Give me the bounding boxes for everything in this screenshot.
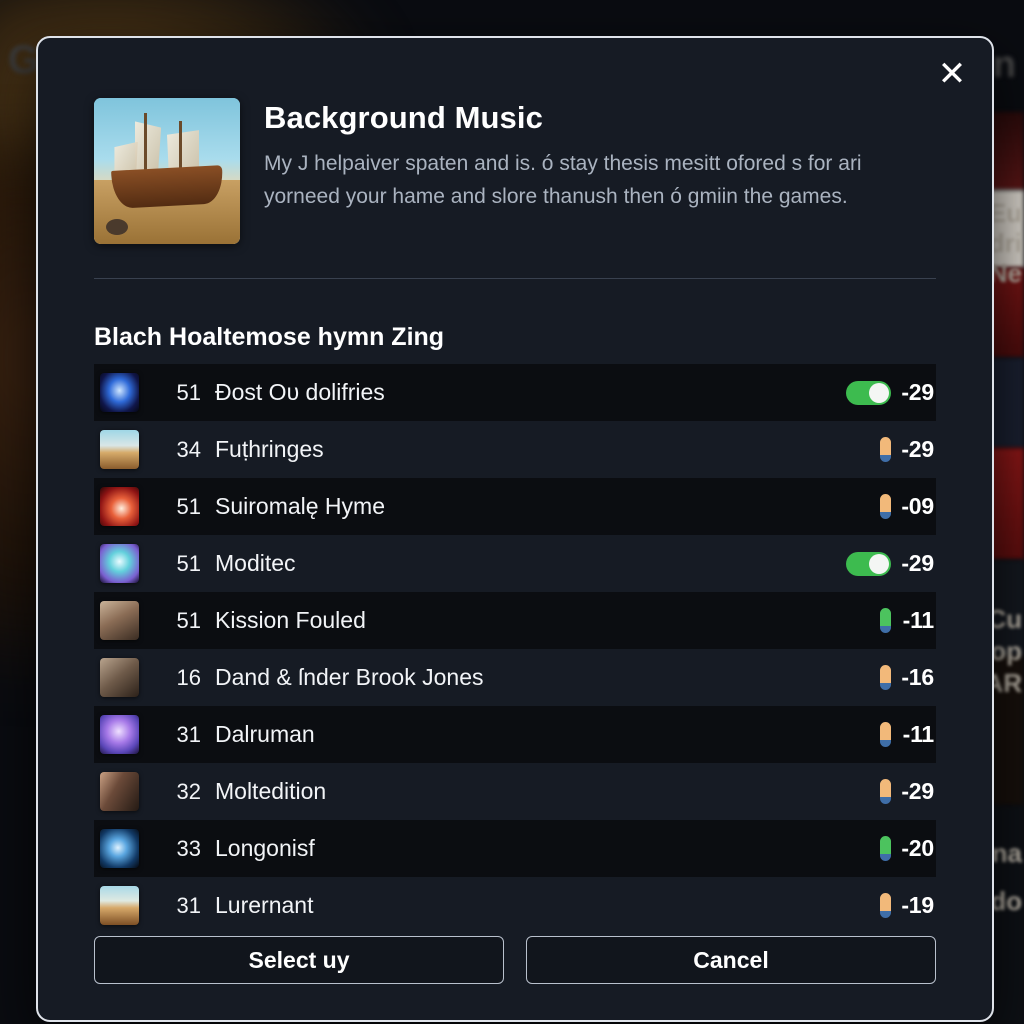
track-level-indicator[interactable] [880,893,891,918]
track-controls: -29 [880,436,934,463]
background-music-dialog: ✕ Background Music My J helpaiver spaten… [36,36,994,1022]
track-value: -29 [901,379,934,405]
track-value: -19 [901,892,934,918]
track-row[interactable]: 51 Suiromalę Hymе -09 [94,478,936,535]
section-title: Blach Hoaltemose hymn Zing [94,323,445,351]
track-row[interactable]: 16 Dand & ſnder Brook Jones -16 [94,649,936,706]
header-divider [94,278,936,279]
portrait-duo-icon [100,658,139,697]
track-number: 16 [176,664,201,690]
track-value: -11 [902,721,935,747]
track-level-indicator[interactable] [880,494,891,519]
close-icon[interactable]: ✕ [926,48,978,100]
track-number: 51 [176,493,201,519]
portrait-icon [100,601,139,640]
ship-scene2-icon [100,886,139,925]
track-row[interactable]: 31 Lurernant -19 [94,877,936,934]
track-level-indicator[interactable] [880,437,891,462]
track-row[interactable]: 51 Moditec -29 [94,535,936,592]
music-track-list: 51 Ðost Oυ dolifries -29 34 Fuṭhringes -29 51 S… [94,364,936,934]
violet-orb-icon [100,715,139,754]
track-label: Dand & ſnder Brook Jones [215,664,484,690]
track-row[interactable]: 32 Moltedition -29 [94,763,936,820]
track-value: -29 [901,436,934,462]
ship-scene-icon [100,430,139,469]
track-number: 51 [176,607,201,633]
track-controls: -19 [880,892,934,919]
track-row[interactable]: 34 Fuṭhringes -29 [94,421,936,478]
track-label: Moltedition [215,778,327,804]
track-row[interactable]: 51 Kission Fouled -11 [94,592,936,649]
track-controls: -29 [846,550,934,577]
track-level-indicator[interactable] [880,722,891,747]
dialog-description: My J helpaiver spaten and is. ó stay the… [264,152,862,208]
track-label: Ðost Oυ dolifries [215,379,385,405]
backdrop-text-fragment: na [991,838,1022,868]
track-label: Kission Fouled [215,607,366,633]
track-label: Dalruman [215,721,315,747]
track-controls: -20 [880,835,934,862]
track-row[interactable]: 51 Ðost Oυ dolifries -29 [94,364,936,421]
two-men-icon [100,772,139,811]
track-number: 34 [176,436,201,462]
track-toggle[interactable] [846,380,891,405]
track-label: Moditec [215,550,296,576]
backdrop-text-fragment: op [990,636,1022,666]
track-level-indicator[interactable] [880,665,891,690]
dialog-footer: Select uy Cancel [94,936,936,984]
track-level-indicator[interactable] [880,608,891,633]
track-label: Fuṭhringes [215,436,324,462]
red-orb-icon [100,487,139,526]
track-value: -20 [901,835,934,861]
track-number: 31 [176,721,201,747]
blue-crystal-icon [100,373,139,412]
dialog-header: Background Music My J helpaiver spaten a… [38,38,992,244]
toggle-knob [869,553,889,574]
track-value: -29 [901,550,934,576]
track-label: Longonisf [215,835,315,861]
track-label: Lurernant [215,892,314,918]
track-level-indicator[interactable] [880,836,891,861]
track-label: Suiromalę Hymе [215,493,385,519]
track-toggle[interactable] [846,551,891,576]
track-controls: -09 [880,493,934,520]
track-controls: -29 [846,379,934,406]
cover-image [94,98,240,244]
track-value: -16 [901,664,934,690]
toggle-knob [869,382,889,403]
track-number: 32 [176,778,201,804]
blue-sphere-icon [100,829,139,868]
select-button[interactable]: Select uy [94,936,504,984]
track-controls: -16 [880,664,934,691]
track-controls: -11 [880,607,934,634]
track-number: 31 [176,892,201,918]
track-number: 51 [176,550,201,576]
page-title: Background Music [264,100,543,135]
track-controls: -11 [880,721,934,748]
track-controls: -29 [880,778,934,805]
track-value: -09 [901,493,934,519]
cancel-button[interactable]: Cancel [526,936,936,984]
track-number: 51 [176,379,201,405]
track-number: 33 [176,835,201,861]
teal-orb-icon [100,544,139,583]
track-value: -11 [902,607,935,633]
dialog-title-column: Background Music My J helpaiver spaten a… [264,98,970,244]
track-value: -29 [901,778,934,804]
track-row[interactable]: 33 Longonisf -20 [94,820,936,877]
track-row[interactable]: 31 Dalruman -11 [94,706,936,763]
track-level-indicator[interactable] [880,779,891,804]
